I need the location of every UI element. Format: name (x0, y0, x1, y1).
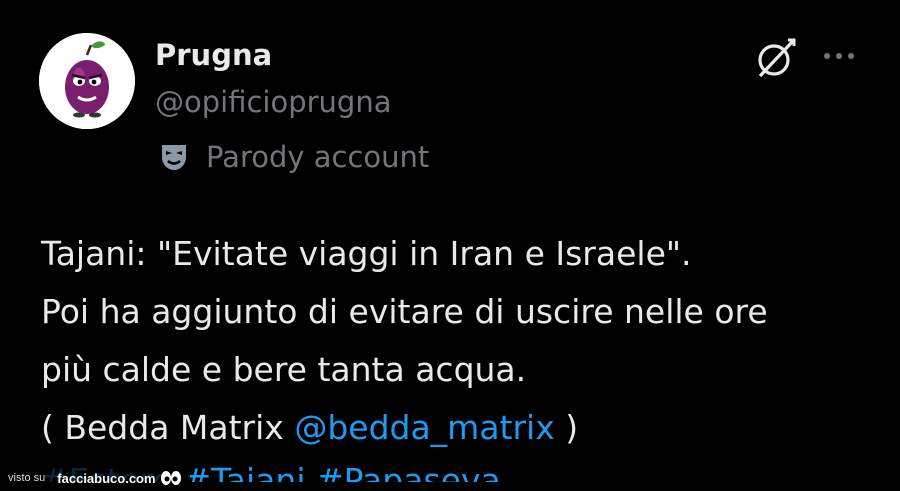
avatar[interactable] (39, 33, 135, 129)
theater-mask-icon (162, 145, 186, 170)
parody-account-label: Parody account (158, 140, 429, 174)
watermark: visto su facciabuco.com (0, 465, 190, 491)
watermark-prefix: visto su (8, 472, 46, 484)
tweet-line: più calde e bere tanta acqua. (41, 350, 527, 389)
grok-icon[interactable] (752, 36, 798, 82)
more-options-icon[interactable] (820, 46, 860, 66)
credit-suffix: ) (554, 408, 579, 447)
plum-mascot-icon (39, 33, 135, 129)
tweet-line: Poi ha aggiunto di evitare di uscire nel… (41, 292, 768, 331)
credit-prefix: ( Bedda Matrix (41, 408, 295, 447)
tweet-text: Tajani: "Evitate viaggi in Iran e Israel… (41, 225, 768, 457)
mention-link[interactable]: @bedda_matrix (294, 408, 554, 447)
parody-account-text: Parody account (206, 140, 430, 174)
eyes-logo-icon (160, 471, 181, 485)
display-name[interactable]: Prugna (155, 38, 272, 72)
tweet-line: Tajani: "Evitate viaggi in Iran e Israel… (41, 234, 692, 273)
user-handle[interactable]: @opificioprugna (155, 85, 392, 119)
watermark-brand: facciabuco.com (57, 470, 156, 486)
tweet-credit-line: ( Bedda Matrix @bedda_matrix ) (41, 399, 768, 457)
